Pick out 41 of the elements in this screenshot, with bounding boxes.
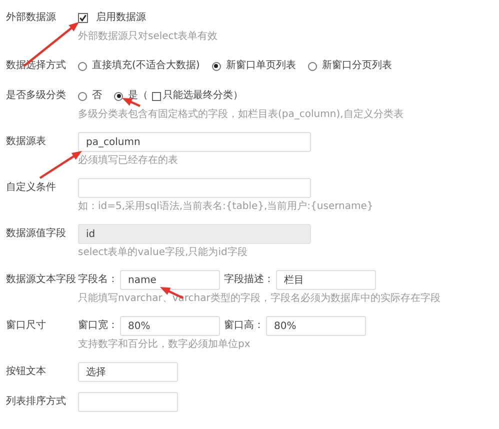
field-label: 窗口宽： (78, 318, 118, 333)
input-field[interactable]: pa_column (78, 132, 311, 152)
field-label: 数据源表 (6, 134, 47, 149)
checkbox-label: 只能选最终分类） (163, 88, 243, 103)
field-label: 字段描述： (224, 272, 274, 287)
field-label: 数据源文本字段 (6, 272, 77, 287)
field-label: 自定义条件 (6, 180, 57, 195)
hint-text: 支持数字和百分比，数字必须加单位px (78, 338, 252, 352)
hint-text: 如：id=5,采用sql语法,当前表名:{table},当前用户:{username} (78, 200, 374, 214)
radio-label: 否 (92, 89, 102, 103)
field-label: 外部数据源 (6, 10, 57, 25)
radio-button[interactable] (78, 62, 87, 70)
field-label: 窗口尺寸 (6, 318, 47, 333)
input-field[interactable]: name (120, 270, 220, 290)
hint-text: 多级分类表包含有固定格式的字段，如栏目表(pa_column),自定义分类表 (78, 108, 404, 122)
input-field[interactable] (78, 392, 178, 412)
hint-text: select表单的value字段,只能为id字段 (78, 246, 248, 260)
radio-button[interactable] (212, 62, 221, 70)
hint-text: 外部数据源只对select表单有效 (78, 30, 219, 44)
field-label: 数据源值字段 (6, 226, 67, 241)
radio-label: 新窗口单页列表 (226, 58, 296, 73)
radio-button[interactable] (78, 92, 87, 100)
radio-label: 新窗口分页列表 (322, 58, 392, 73)
field-label: 是否多级分类 (6, 88, 67, 103)
checkbox-label: 启用数据源 (96, 10, 146, 25)
field-label: 列表排序方式 (6, 394, 67, 409)
radio-button[interactable] (308, 62, 317, 70)
hint-text: 必须填写已经存在的表 (78, 154, 179, 168)
input-field[interactable] (78, 178, 311, 198)
field-label: 字段名： (78, 272, 118, 287)
input-field[interactable]: 80% (120, 316, 220, 336)
radio-label: 是（ (128, 89, 148, 103)
field-label: 按钮文本 (6, 364, 47, 379)
radio-label: 直接填充(不适合大数据) (92, 58, 200, 73)
input-field[interactable]: 选择 (78, 362, 178, 382)
checkbox[interactable] (152, 92, 161, 100)
hint-text: 只能填写nvarchar、varchar类型的字段，字段名必须为数据库中的实际存在字段 (78, 292, 442, 306)
field-label: 窗口高： (224, 318, 264, 333)
input-field[interactable]: 80% (266, 316, 366, 336)
input-field[interactable]: 栏目 (276, 270, 376, 290)
checkbox[interactable] (78, 13, 88, 23)
